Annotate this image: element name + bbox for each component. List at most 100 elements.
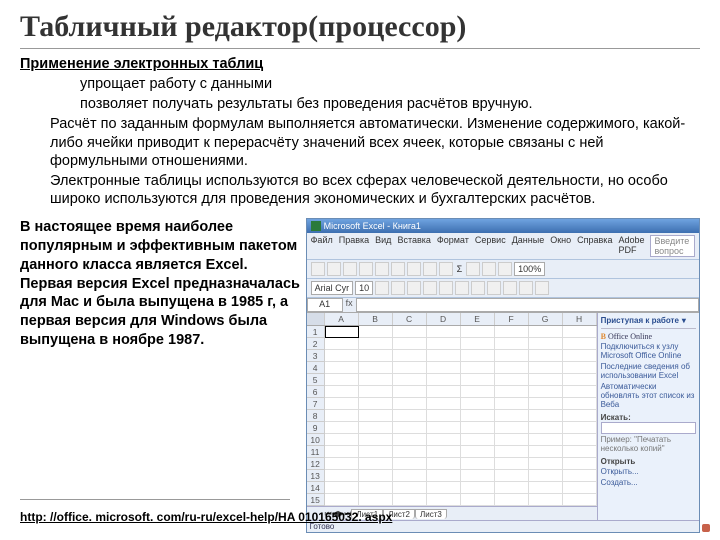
cell[interactable] — [325, 494, 359, 506]
cell[interactable] — [461, 386, 495, 398]
row-header[interactable]: 2 — [307, 338, 325, 350]
cell[interactable] — [529, 350, 563, 362]
cell[interactable] — [495, 446, 529, 458]
cell[interactable] — [495, 494, 529, 506]
cell[interactable] — [325, 458, 359, 470]
cell[interactable] — [393, 398, 427, 410]
menu-item[interactable]: Вставка — [397, 235, 430, 257]
font-size-box[interactable]: 10 — [355, 281, 373, 295]
sort-asc-icon[interactable] — [466, 262, 480, 276]
col-header[interactable]: D — [427, 313, 461, 325]
taskpane-link[interactable]: Автоматически обновлять этот список из В… — [601, 381, 696, 410]
cell[interactable] — [563, 494, 597, 506]
cell[interactable] — [427, 446, 461, 458]
cell[interactable] — [529, 446, 563, 458]
underline-icon[interactable] — [407, 281, 421, 295]
print-icon[interactable] — [359, 262, 373, 276]
row-header[interactable]: 13 — [307, 470, 325, 482]
cell[interactable] — [495, 398, 529, 410]
cell[interactable] — [461, 350, 495, 362]
bold-icon[interactable] — [375, 281, 389, 295]
cell[interactable] — [359, 410, 393, 422]
cell[interactable] — [325, 482, 359, 494]
cell[interactable] — [563, 446, 597, 458]
col-header[interactable]: G — [529, 313, 563, 325]
cell[interactable] — [359, 398, 393, 410]
percent-icon[interactable] — [487, 281, 501, 295]
cell[interactable] — [461, 422, 495, 434]
cell[interactable] — [495, 350, 529, 362]
taskpane-link[interactable]: Последние сведения об использовании Exce… — [601, 361, 696, 381]
redo-icon[interactable] — [439, 262, 453, 276]
cell[interactable] — [393, 410, 427, 422]
cell[interactable] — [529, 386, 563, 398]
taskpane-open-link[interactable]: Открыть... — [601, 466, 696, 477]
col-header[interactable]: B — [359, 313, 393, 325]
ask-question-box[interactable]: Введите вопрос — [650, 235, 695, 257]
cell[interactable] — [563, 422, 597, 434]
cell[interactable] — [529, 362, 563, 374]
fill-color-icon[interactable] — [519, 281, 533, 295]
cell[interactable] — [359, 482, 393, 494]
cell[interactable] — [563, 374, 597, 386]
open-icon[interactable] — [327, 262, 341, 276]
cell[interactable] — [563, 458, 597, 470]
col-header[interactable]: E — [461, 313, 495, 325]
align-left-icon[interactable] — [423, 281, 437, 295]
row-header[interactable]: 11 — [307, 446, 325, 458]
align-right-icon[interactable] — [455, 281, 469, 295]
save-icon[interactable] — [343, 262, 357, 276]
cell[interactable] — [427, 326, 461, 338]
col-header[interactable]: C — [393, 313, 427, 325]
cell[interactable] — [529, 422, 563, 434]
chevron-down-icon[interactable]: ▾ — [682, 316, 686, 325]
row-header[interactable]: 4 — [307, 362, 325, 374]
search-input[interactable] — [601, 422, 696, 434]
cell[interactable] — [563, 398, 597, 410]
row-header[interactable]: 10 — [307, 434, 325, 446]
cell[interactable] — [325, 386, 359, 398]
cell[interactable] — [495, 374, 529, 386]
cell[interactable] — [325, 470, 359, 482]
cell[interactable] — [427, 494, 461, 506]
row-header[interactable]: 9 — [307, 422, 325, 434]
sum-icon[interactable]: Σ — [455, 264, 465, 274]
taskpane-open-link[interactable]: Создать... — [601, 477, 696, 488]
cell[interactable] — [427, 482, 461, 494]
italic-icon[interactable] — [391, 281, 405, 295]
cell[interactable] — [529, 470, 563, 482]
cell[interactable] — [427, 422, 461, 434]
new-icon[interactable] — [311, 262, 325, 276]
cell[interactable] — [359, 386, 393, 398]
menu-item[interactable]: Формат — [437, 235, 469, 257]
cell[interactable] — [495, 434, 529, 446]
cell[interactable] — [393, 458, 427, 470]
cell[interactable] — [393, 422, 427, 434]
menu-item[interactable]: Данные — [512, 235, 545, 257]
row-header[interactable]: 15 — [307, 494, 325, 506]
cell[interactable] — [393, 362, 427, 374]
cell[interactable] — [393, 434, 427, 446]
cell[interactable] — [563, 338, 597, 350]
cell[interactable] — [495, 386, 529, 398]
cell[interactable] — [325, 326, 359, 338]
cell[interactable] — [529, 482, 563, 494]
name-box[interactable]: A1 — [307, 298, 343, 312]
cell[interactable] — [461, 362, 495, 374]
menu-item[interactable]: Adobe PDF — [618, 235, 644, 257]
cell[interactable] — [393, 338, 427, 350]
cell[interactable] — [461, 398, 495, 410]
font-color-icon[interactable] — [535, 281, 549, 295]
cell[interactable] — [325, 398, 359, 410]
col-header[interactable]: F — [495, 313, 529, 325]
fx-icon[interactable]: fx — [343, 298, 356, 312]
cell[interactable] — [529, 398, 563, 410]
cell[interactable] — [359, 422, 393, 434]
row-header[interactable]: 3 — [307, 350, 325, 362]
cell[interactable] — [427, 458, 461, 470]
font-name-box[interactable]: Arial Cyr — [311, 281, 354, 295]
chart-icon[interactable] — [498, 262, 512, 276]
paste-icon[interactable] — [407, 262, 421, 276]
cell[interactable] — [529, 326, 563, 338]
cell[interactable] — [393, 350, 427, 362]
